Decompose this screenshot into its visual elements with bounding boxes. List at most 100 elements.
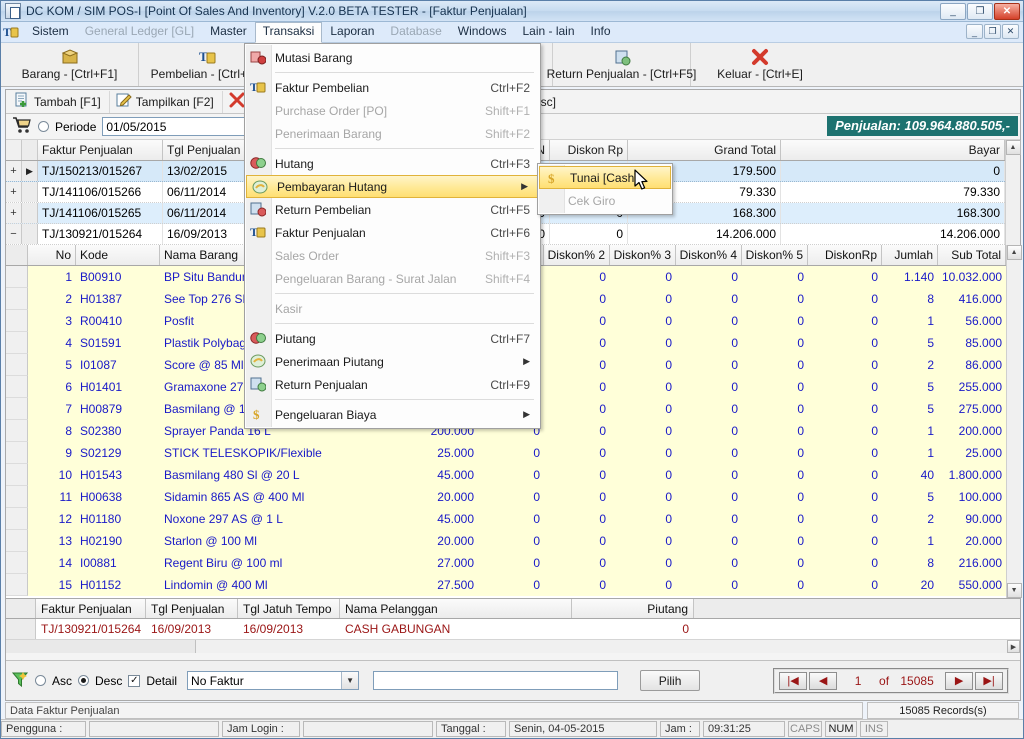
detail-col-d3[interactable]: Diskon% 3	[610, 245, 676, 265]
menu-master[interactable]: Master	[202, 22, 255, 42]
detail-col-d2[interactable]: Diskon% 2	[544, 245, 610, 265]
menu-transaksi[interactable]: Transaksi	[254, 21, 323, 43]
menu-item-faktur-penjualan[interactable]: T Faktur Penjualan Ctrl+F6	[245, 221, 540, 244]
detail-cell-diskon5: 0	[797, 358, 804, 372]
col-grand-total[interactable]: Grand Total	[628, 140, 781, 160]
summary-row[interactable]: TJ/130921/015264 16/09/2013 16/09/2013 C…	[6, 619, 1020, 639]
menu-windows[interactable]: Windows	[450, 22, 515, 42]
asc-radio[interactable]	[35, 675, 46, 686]
desc-label: Desc	[95, 673, 123, 688]
menu-item-label: Penerimaan Piutang	[275, 354, 384, 369]
detail-row[interactable]: 15 H01152 Lindomin @ 400 Ml 27.500 0 0 0 0 0 0 20 5…	[6, 574, 1007, 596]
row-expander[interactable]: +	[6, 203, 22, 223]
detail-col-jumlah[interactable]: Jumlah	[882, 245, 938, 265]
menu-item-mutasi-barang[interactable]: Mutasi Barang	[245, 46, 540, 69]
menu-lain-lain[interactable]: Lain - lain	[514, 22, 582, 42]
detail-cell-diskon4: 0	[731, 490, 738, 504]
menu-sistem[interactable]: Sistem	[24, 22, 77, 42]
mdi-minimize-button[interactable]: _	[966, 24, 983, 39]
menu-item-faktur-pembelian[interactable]: T Faktur Pembelian Ctrl+F2	[245, 76, 540, 99]
detail-row[interactable]: 13 H02190 Starlon @ 100 Ml 20.000 0 0 0 0 0 0 1 20.…	[6, 530, 1007, 552]
nav-first-button[interactable]: |◀	[779, 671, 808, 690]
chevron-down-icon[interactable]: ▼	[341, 672, 359, 689]
pilih-button[interactable]: Pilih	[640, 670, 701, 691]
scroll-up-icon[interactable]: ▲	[1006, 245, 1022, 260]
detail-cell-diskon4: 0	[731, 336, 738, 350]
nav-next-button[interactable]: ▶	[945, 671, 974, 690]
detail-col-d4[interactable]: Diskon% 4	[676, 245, 742, 265]
summary-hscrollbar[interactable]: ▶	[6, 639, 1020, 653]
detail-cell-diskon2: 0	[599, 292, 606, 306]
detail-col-diskonrp[interactable]: DiskonRp	[808, 245, 882, 265]
menu-item-hutang[interactable]: Hutang Ctrl+F3	[245, 152, 540, 175]
detail-cell-no: 3	[65, 314, 72, 328]
menu-item-label: Hutang	[275, 156, 314, 171]
menu-laporan[interactable]: Laporan	[322, 22, 382, 42]
row-marker	[22, 224, 38, 244]
toolbar-barang-button[interactable]: Barang - [Ctrl+F1]	[1, 43, 139, 86]
menu-item-tunai-cash[interactable]: $ Tunai [Cash]	[539, 166, 671, 189]
detail-row[interactable]: 12 H01180 Noxone 297 AS @ 1 L 45.000 0 0 0 0 0 0 2…	[6, 508, 1007, 530]
toolbar-return-penjualan-button[interactable]: Return Penjualan - [Ctrl+F5]	[547, 43, 696, 86]
detail-row[interactable]: 14 I00881 Regent Biru @ 100 ml 27.000 0 0 0 0 0 0…	[6, 552, 1007, 574]
detail-row[interactable]: 10 H01543 Basmilang 480 Sl @ 20 L 45.000 0 0 0…	[6, 464, 1007, 486]
menu-item-penerimaan-piutang[interactable]: Penerimaan Piutang ▶	[245, 350, 540, 373]
scroll-right-icon[interactable]: ▶	[1007, 640, 1020, 653]
detail-cell-diskon1: 0	[533, 534, 540, 548]
summary-col-pelanggan[interactable]: Nama Pelanggan	[340, 599, 572, 618]
summary-col-tempo[interactable]: Tgl Jatuh Tempo	[238, 599, 340, 618]
cell-grand-total: 14.206.000	[628, 224, 781, 244]
menu-item-return-penjualan[interactable]: Return Penjualan Ctrl+F9	[245, 373, 540, 396]
summary-col-piutang[interactable]: Piutang	[572, 599, 694, 618]
detail-cell-diskon-rp: 0	[871, 446, 878, 460]
close-button[interactable]: ✕	[994, 3, 1020, 20]
master-grid-scrollbar[interactable]: ▲	[1005, 140, 1021, 245]
toolbar-keluar-button[interactable]: Keluar - [Ctrl+E]	[691, 43, 829, 86]
menu-item-accelerator: Shift+F1	[484, 103, 530, 118]
summary-col-tgl[interactable]: Tgl Penjualan	[146, 599, 238, 618]
row-expander[interactable]: +	[6, 161, 22, 181]
maximize-button[interactable]: ❐	[967, 3, 993, 20]
detail-row-indicator	[6, 310, 28, 332]
detail-grid-scrollbar[interactable]: ▲ ▼	[1006, 245, 1022, 598]
scroll-up-icon[interactable]: ▲	[1005, 140, 1021, 155]
tambah-button[interactable]: Tambah [F1]	[10, 90, 110, 113]
detail-row[interactable]: 9 S02129 STICK TELESKOPIK/Flexible 25.000 0 0…	[6, 442, 1007, 464]
row-expander[interactable]: −	[6, 224, 22, 244]
menu-item-return-pembelian[interactable]: Return Pembelian Ctrl+F5	[245, 198, 540, 221]
row-expander[interactable]: +	[6, 182, 22, 202]
tampilkan-button[interactable]: Tampilkan [F2]	[112, 90, 223, 113]
detail-cell-sub-total: 550.000	[958, 578, 1003, 592]
menu-info[interactable]: Info	[583, 22, 619, 42]
mdi-close-button[interactable]: ✕	[1002, 24, 1019, 39]
nav-last-button[interactable]: ▶|	[975, 671, 1004, 690]
nav-prev-button[interactable]: ◀	[809, 671, 838, 690]
minimize-button[interactable]: _	[940, 3, 966, 20]
search-input[interactable]	[373, 671, 619, 690]
detail-col-kode[interactable]: Kode	[76, 245, 160, 265]
detail-col-subtotal[interactable]: Sub Total	[938, 245, 1007, 265]
periode-value: 01/05/2015	[106, 119, 167, 134]
detail-checkbox[interactable]: ✓	[128, 674, 141, 687]
detail-cell-jumlah: 1	[927, 424, 934, 438]
mdi-restore-button[interactable]: ❐	[984, 24, 1001, 39]
periode-radio[interactable]	[38, 121, 49, 132]
detail-row[interactable]: 11 H00638 Sidamin 865 AS @ 400 Ml 20.000 0 0 0…	[6, 486, 1007, 508]
col-bayar[interactable]: Bayar	[781, 140, 1005, 160]
detail-col-no[interactable]: No	[28, 245, 76, 265]
menu-item-pembayaran-hutang[interactable]: Pembayaran Hutang ▶	[246, 175, 539, 198]
detail-col-d5[interactable]: Diskon% 5	[742, 245, 808, 265]
detail-cell-sub-total: 255.000	[958, 380, 1003, 394]
menu-item-label: Cek Giro	[568, 193, 616, 208]
sort-field-combo[interactable]: No Faktur ▼	[187, 671, 360, 690]
col-diskon-rp[interactable]: Diskon Rp	[550, 140, 628, 160]
summary-col-faktur[interactable]: Faktur Penjualan	[36, 599, 146, 618]
menu-item-pengeluaran-biaya[interactable]: $ Pengeluaran Biaya ▶	[245, 403, 540, 426]
desc-radio[interactable]	[78, 675, 90, 686]
menu-item-piutang[interactable]: Piutang Ctrl+F7	[245, 327, 540, 350]
detail-cell-nama-barang: Regent Biru @ 100 ml	[164, 556, 283, 570]
scroll-down-icon[interactable]: ▼	[1006, 583, 1022, 598]
col-faktur-penjualan[interactable]: Faktur Penjualan	[38, 140, 163, 160]
detail-row-indicator	[6, 552, 28, 574]
submenu-arrow-icon: ▶	[521, 181, 528, 191]
